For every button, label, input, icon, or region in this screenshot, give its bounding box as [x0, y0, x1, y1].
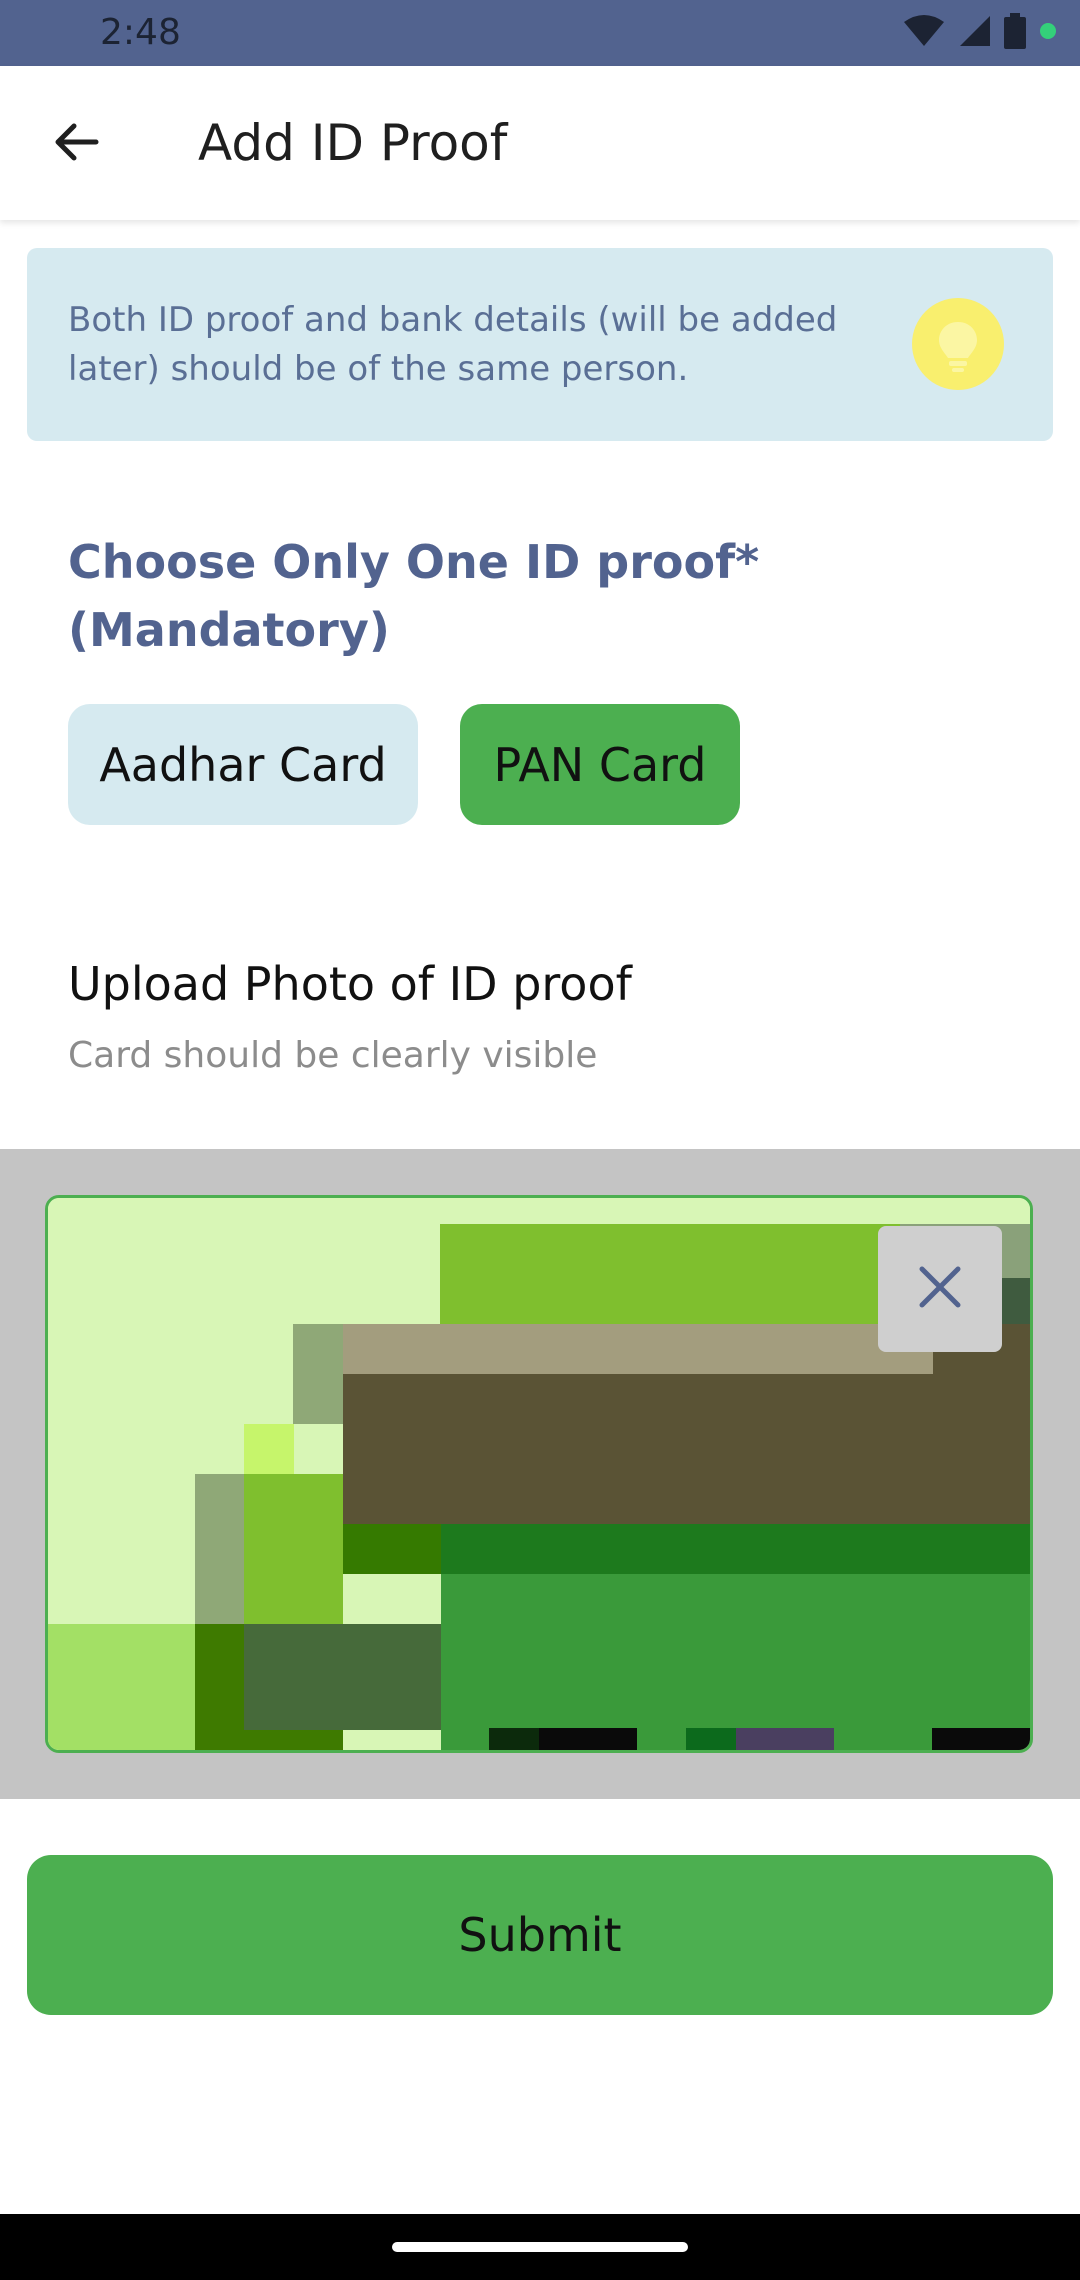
upload-title: Upload Photo of ID proof [68, 957, 632, 1011]
close-icon [916, 1263, 964, 1315]
info-text: Both ID proof and bank details (will be … [68, 300, 838, 389]
wifi-icon [902, 14, 946, 52]
system-nav-bar [0, 2214, 1080, 2280]
lightbulb-icon [912, 298, 1004, 390]
pan-card-label: PAN Card [493, 737, 707, 792]
signal-icon [958, 14, 992, 52]
home-indicator[interactable] [392, 2242, 688, 2252]
status-icons [902, 12, 1058, 54]
battery-icon [1004, 13, 1026, 53]
pan-card-option[interactable]: PAN Card [460, 704, 740, 825]
submit-label: Submit [458, 1908, 622, 1962]
id-proof-heading: Choose Only One ID proof* (Mandatory) [68, 535, 760, 657]
arrow-back-icon [52, 118, 100, 170]
aadhar-card-label: Aadhar Card [99, 737, 387, 792]
status-bar: 2:48 [0, 0, 1080, 66]
status-time: 2:48 [100, 12, 181, 53]
remove-photo-button[interactable] [878, 1226, 1002, 1352]
page-title: Add ID Proof [198, 114, 508, 172]
app-bar: Add ID Proof [0, 66, 1080, 220]
back-button[interactable] [40, 108, 112, 180]
upload-subtitle: Card should be clearly visible [68, 1035, 598, 1076]
aadhar-card-option[interactable]: Aadhar Card [68, 704, 418, 825]
notification-dot-icon [1038, 21, 1058, 45]
info-card: Both ID proof and bank details (will be … [27, 248, 1053, 441]
submit-button[interactable]: Submit [27, 1855, 1053, 2015]
